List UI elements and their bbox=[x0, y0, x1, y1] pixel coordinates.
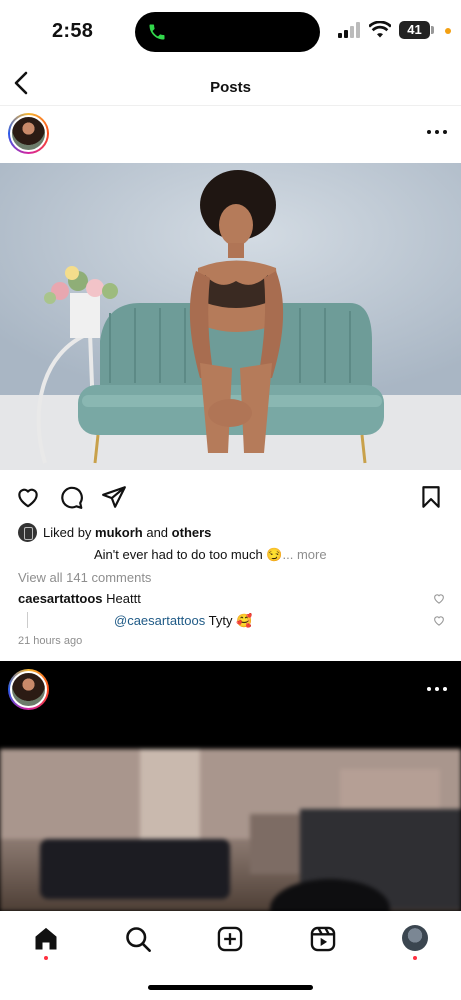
comment-icon[interactable] bbox=[58, 484, 84, 510]
view-all-comments-link[interactable]: View all 141 comments bbox=[18, 570, 151, 585]
avatar[interactable] bbox=[8, 669, 49, 710]
post-photo bbox=[0, 163, 461, 470]
likes-summary[interactable]: Liked by mukorh and others bbox=[18, 522, 211, 542]
wifi-icon bbox=[369, 21, 391, 38]
status-time: 2:58 bbox=[52, 20, 94, 42]
bottom-nav bbox=[0, 911, 461, 1000]
post-header bbox=[0, 106, 461, 163]
heart-icon[interactable] bbox=[432, 614, 446, 627]
heart-icon[interactable] bbox=[432, 592, 446, 605]
caption-more-link[interactable]: ... more bbox=[283, 547, 327, 562]
status-bar: 2:58 41 bbox=[0, 0, 461, 62]
ellipsis-icon[interactable] bbox=[427, 130, 447, 136]
profile-notification-dot bbox=[413, 956, 417, 960]
search-icon[interactable] bbox=[124, 925, 152, 953]
comment-text: Heattt bbox=[106, 591, 141, 606]
home-icon[interactable] bbox=[32, 925, 60, 953]
likes-others[interactable]: others bbox=[172, 525, 212, 540]
create-icon[interactable] bbox=[216, 925, 244, 953]
ellipsis-icon[interactable] bbox=[427, 687, 447, 693]
comment-mention[interactable]: @caesartattoos bbox=[114, 613, 205, 628]
top-header: Posts bbox=[0, 62, 461, 106]
likes-user[interactable]: mukorh bbox=[95, 525, 143, 540]
caption-text: Ain't ever had to do too much 😏 bbox=[94, 547, 283, 562]
battery-icon: 41 bbox=[399, 21, 430, 39]
post-image[interactable] bbox=[0, 163, 461, 470]
battery-nub bbox=[431, 26, 434, 34]
avatar[interactable] bbox=[8, 113, 49, 154]
comment-username[interactable]: caesartattoos bbox=[18, 591, 103, 606]
cellular-signal-icon bbox=[338, 22, 360, 38]
likes-joiner: and bbox=[146, 524, 169, 540]
phone-call-icon bbox=[149, 24, 165, 40]
comment-text: Tyty 🥰 bbox=[208, 613, 253, 628]
home-notification-dot bbox=[44, 956, 48, 960]
privacy-indicator-dot bbox=[445, 28, 451, 34]
post-action-bar bbox=[0, 480, 461, 514]
reply-thread-line bbox=[27, 612, 28, 628]
share-icon[interactable] bbox=[101, 484, 127, 510]
liker-avatar bbox=[18, 522, 37, 542]
post-image[interactable] bbox=[0, 749, 461, 911]
post-photo bbox=[0, 749, 461, 911]
dynamic-island[interactable] bbox=[135, 12, 320, 52]
bookmark-icon[interactable] bbox=[418, 484, 444, 510]
likes-prefix: Liked by bbox=[43, 524, 92, 540]
comment-reply-row: @caesartattoos Tyty 🥰 bbox=[114, 613, 252, 629]
heart-icon[interactable] bbox=[15, 484, 41, 510]
reels-icon[interactable] bbox=[309, 925, 337, 953]
post-caption: Ain't ever had to do too much 😏... more bbox=[94, 547, 327, 563]
post-timestamp: 21 hours ago bbox=[18, 635, 83, 647]
page-title: Posts bbox=[210, 79, 251, 96]
profile-avatar[interactable] bbox=[402, 925, 428, 951]
comment-row: caesartattoos Heattt bbox=[18, 591, 141, 606]
next-post bbox=[0, 661, 461, 911]
home-indicator[interactable] bbox=[148, 985, 313, 990]
